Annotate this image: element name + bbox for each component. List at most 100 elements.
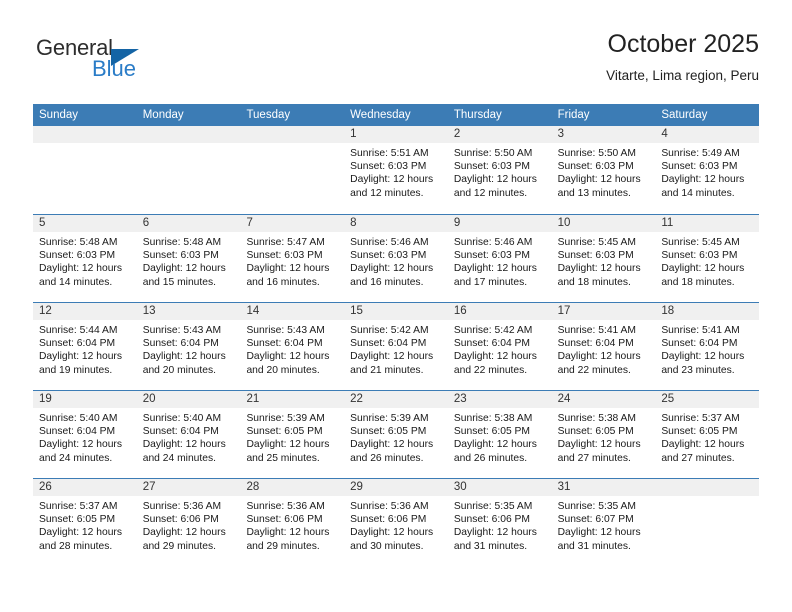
- daylight-text: and 23 minutes.: [661, 364, 735, 376]
- day-details: Sunrise: 5:39 AM Sunset: 6:05 PM Daylight:…: [240, 408, 344, 465]
- day-details: Sunrise: 5:45 AM Sunset: 6:03 PM Daylight:…: [655, 232, 759, 289]
- day-number: 5: [33, 215, 137, 232]
- day-cell[interactable]: 1 Sunrise: 5:51 AM Sunset: 6:03 PM Daylight…: [344, 126, 448, 214]
- sunset-text: Sunset: 6:04 PM: [142, 426, 219, 438]
- page-subtitle: Vitarte, Lima region, Peru: [606, 68, 759, 83]
- day-cell-empty: [136, 126, 241, 214]
- day-cell[interactable]: 11 Sunrise: 5:45 AM Sunset: 6:03 PM Dayligh…: [655, 215, 760, 302]
- daylight-text: and 25 minutes.: [246, 452, 320, 464]
- day-cell[interactable]: 4 Sunrise: 5:49 AM Sunset: 6:03 PM Daylight…: [655, 126, 760, 214]
- day-number: 22: [344, 391, 448, 408]
- general-blue-logo[interactable]: General Blue: [36, 36, 236, 90]
- day-details: Sunrise: 5:37 AM Sunset: 6:05 PM Daylight:…: [33, 496, 137, 553]
- day-cell[interactable]: 6 Sunrise: 5:48 AM Sunset: 6:03 PM Daylight…: [136, 215, 241, 302]
- sunrise-text: Sunrise: 5:45 AM: [661, 237, 740, 248]
- day-cell[interactable]: 17 Sunrise: 5:41 AM Sunset: 6:04 PM Dayligh…: [551, 303, 656, 390]
- calendar-week-row: 5 Sunrise: 5:48 AM Sunset: 6:03 PM Daylight…: [33, 214, 760, 302]
- calendar-weeks: 1 Sunrise: 5:51 AM Sunset: 6:03 PM Daylight…: [33, 126, 760, 566]
- daylight-text: and 27 minutes.: [661, 452, 735, 464]
- sunset-text: Sunset: 6:05 PM: [246, 426, 323, 438]
- day-cell[interactable]: 15 Sunrise: 5:42 AM Sunset: 6:04 PM Dayligh…: [344, 303, 448, 390]
- day-cell[interactable]: 7 Sunrise: 5:47 AM Sunset: 6:03 PM Daylight…: [240, 215, 345, 302]
- sunrise-text: Sunrise: 5:42 AM: [350, 325, 429, 336]
- day-details: Sunrise: 5:40 AM Sunset: 6:04 PM Daylight:…: [137, 408, 241, 465]
- day-cell[interactable]: 9 Sunrise: 5:46 AM Sunset: 6:03 PM Daylight…: [447, 215, 552, 302]
- day-details: Sunrise: 5:50 AM Sunset: 6:03 PM Daylight:…: [552, 143, 656, 200]
- day-details: Sunrise: 5:38 AM Sunset: 6:05 PM Daylight:…: [552, 408, 656, 465]
- sunrise-text: Sunrise: 5:37 AM: [661, 413, 740, 424]
- sunrise-text: Sunrise: 5:44 AM: [39, 325, 118, 336]
- day-cell[interactable]: 30 Sunrise: 5:35 AM Sunset: 6:06 PM Dayligh…: [447, 479, 552, 566]
- daylight-text: Daylight: 12 hours: [557, 263, 641, 275]
- day-cell[interactable]: 25 Sunrise: 5:37 AM Sunset: 6:05 PM Dayligh…: [655, 391, 760, 478]
- sunset-text: Sunset: 6:03 PM: [557, 161, 634, 173]
- day-cell[interactable]: 24 Sunrise: 5:38 AM Sunset: 6:05 PM Dayligh…: [551, 391, 656, 478]
- day-number: 26: [33, 479, 137, 496]
- daylight-text: and 14 minutes.: [661, 187, 735, 199]
- daylight-text: and 15 minutes.: [142, 276, 216, 288]
- sunset-text: Sunset: 6:04 PM: [350, 338, 427, 350]
- daylight-text: and 22 minutes.: [557, 364, 631, 376]
- daylight-text: and 13 minutes.: [557, 187, 631, 199]
- day-number: 31: [551, 479, 656, 496]
- day-cell[interactable]: 18 Sunrise: 5:41 AM Sunset: 6:04 PM Dayligh…: [655, 303, 760, 390]
- day-cell[interactable]: 31 Sunrise: 5:35 AM Sunset: 6:07 PM Dayligh…: [551, 479, 656, 566]
- sunset-text: Sunset: 6:04 PM: [453, 338, 531, 350]
- day-cell[interactable]: 16 Sunrise: 5:42 AM Sunset: 6:04 PM Dayligh…: [447, 303, 552, 390]
- sunset-text: Sunset: 6:03 PM: [350, 161, 427, 173]
- day-number: 8: [344, 215, 448, 232]
- daylight-text: and 24 minutes.: [39, 452, 113, 464]
- day-cell[interactable]: 13 Sunrise: 5:43 AM Sunset: 6:04 PM Dayligh…: [136, 303, 241, 390]
- sunrise-text: Sunrise: 5:45 AM: [557, 237, 637, 248]
- sunset-text: Sunset: 6:04 PM: [39, 426, 116, 438]
- sunset-text: Sunset: 6:03 PM: [661, 161, 738, 173]
- day-cell[interactable]: 28 Sunrise: 5:36 AM Sunset: 6:06 PM Dayligh…: [240, 479, 345, 566]
- day-cell[interactable]: 21 Sunrise: 5:39 AM Sunset: 6:05 PM Dayligh…: [240, 391, 345, 478]
- day-cell[interactable]: 29 Sunrise: 5:36 AM Sunset: 6:06 PM Dayligh…: [344, 479, 448, 566]
- weekday-header-wednesday: Wednesday: [350, 109, 411, 121]
- day-cell-empty: [240, 126, 345, 214]
- daylight-text: and 19 minutes.: [39, 364, 113, 376]
- day-details: Sunrise: 5:46 AM Sunset: 6:03 PM Daylight:…: [448, 232, 552, 289]
- day-number: 20: [136, 391, 241, 408]
- sunset-text: Sunset: 6:05 PM: [350, 426, 427, 438]
- day-cell[interactable]: 3 Sunrise: 5:50 AM Sunset: 6:03 PM Daylight…: [551, 126, 656, 214]
- day-number: 14: [240, 303, 345, 320]
- day-details: Sunrise: 5:39 AM Sunset: 6:05 PM Daylight:…: [344, 408, 448, 465]
- day-number: [240, 126, 345, 143]
- day-cell[interactable]: 12 Sunrise: 5:44 AM Sunset: 6:04 PM Dayligh…: [33, 303, 137, 390]
- daylight-text: Daylight: 12 hours: [246, 527, 330, 539]
- day-cell[interactable]: 22 Sunrise: 5:39 AM Sunset: 6:05 PM Dayligh…: [344, 391, 448, 478]
- sunset-text: Sunset: 6:04 PM: [142, 338, 219, 350]
- sunrise-text: Sunrise: 5:50 AM: [453, 148, 533, 159]
- day-cell[interactable]: 23 Sunrise: 5:38 AM Sunset: 6:05 PM Dayligh…: [447, 391, 552, 478]
- sunset-text: Sunset: 6:04 PM: [557, 338, 634, 350]
- day-cell[interactable]: 26 Sunrise: 5:37 AM Sunset: 6:05 PM Dayligh…: [33, 479, 137, 566]
- daylight-text: Daylight: 12 hours: [453, 439, 537, 451]
- day-cell[interactable]: 10 Sunrise: 5:45 AM Sunset: 6:03 PM Dayligh…: [551, 215, 656, 302]
- day-details: Sunrise: 5:40 AM Sunset: 6:04 PM Daylight:…: [33, 408, 137, 465]
- day-cell[interactable]: 5 Sunrise: 5:48 AM Sunset: 6:03 PM Daylight…: [33, 215, 137, 302]
- sunset-text: Sunset: 6:07 PM: [557, 514, 634, 526]
- day-cell[interactable]: 8 Sunrise: 5:46 AM Sunset: 6:03 PM Daylight…: [344, 215, 448, 302]
- day-details: Sunrise: 5:38 AM Sunset: 6:05 PM Daylight:…: [448, 408, 552, 465]
- sunrise-text: Sunrise: 5:39 AM: [350, 413, 429, 424]
- daylight-text: and 16 minutes.: [246, 276, 320, 288]
- daylight-text: Daylight: 12 hours: [350, 174, 434, 186]
- sunset-text: Sunset: 6:06 PM: [142, 514, 219, 526]
- weekday-header-friday: Friday: [557, 109, 590, 121]
- day-cell[interactable]: 14 Sunrise: 5:43 AM Sunset: 6:04 PM Dayligh…: [240, 303, 345, 390]
- daylight-text: Daylight: 12 hours: [39, 527, 122, 539]
- day-cell[interactable]: 20 Sunrise: 5:40 AM Sunset: 6:04 PM Dayligh…: [136, 391, 241, 478]
- day-cell[interactable]: 27 Sunrise: 5:36 AM Sunset: 6:06 PM Dayligh…: [136, 479, 241, 566]
- daylight-text: and 28 minutes.: [39, 540, 113, 552]
- day-number: 30: [447, 479, 552, 496]
- sunset-text: Sunset: 6:03 PM: [246, 250, 323, 262]
- daylight-text: Daylight: 12 hours: [350, 527, 434, 539]
- day-cell[interactable]: 2 Sunrise: 5:50 AM Sunset: 6:03 PM Daylight…: [447, 126, 552, 214]
- day-details: Sunrise: 5:36 AM Sunset: 6:06 PM Daylight:…: [137, 496, 241, 553]
- daylight-text: Daylight: 12 hours: [142, 527, 226, 539]
- daylight-text: Daylight: 12 hours: [453, 351, 537, 363]
- daylight-text: Daylight: 12 hours: [142, 439, 226, 451]
- day-cell[interactable]: 19 Sunrise: 5:40 AM Sunset: 6:04 PM Dayligh…: [33, 391, 137, 478]
